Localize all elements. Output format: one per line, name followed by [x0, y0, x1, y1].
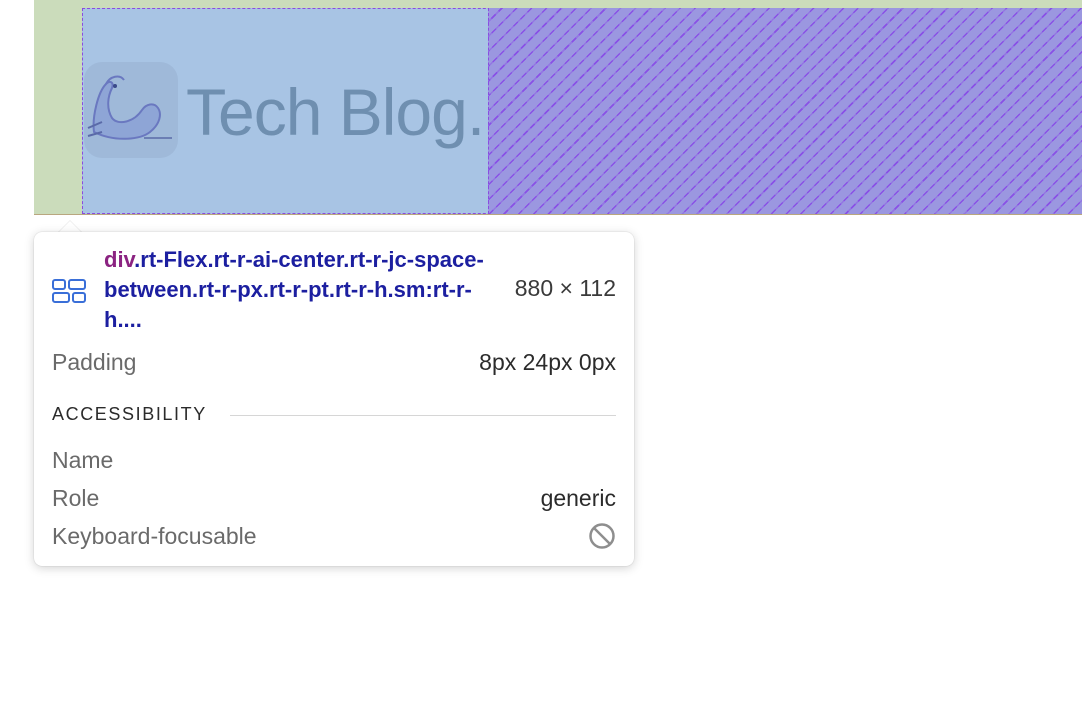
- name-row: Name: [52, 445, 616, 475]
- element-selector: div.rt-Flex.rt-r-ai-center.rt-r-jc-space…: [104, 245, 488, 335]
- blog-title[interactable]: Tech Blog.: [186, 72, 485, 152]
- inspector-tooltip: div.rt-Flex.rt-r-ai-center.rt-r-jc-space…: [34, 232, 634, 566]
- keyboard-focusable-row: Keyboard-focusable: [52, 521, 616, 551]
- dragon-logo-icon: [87, 75, 172, 140]
- role-row: Role generic: [52, 483, 616, 513]
- selector-tag: div: [104, 247, 135, 272]
- padding-value: 8px 24px 0px: [479, 349, 616, 375]
- role-value: generic: [540, 485, 616, 511]
- not-allowed-icon: [588, 522, 616, 555]
- selector-classes: .rt-Flex.rt-r-ai-center.rt-r-jc-space-be…: [104, 247, 484, 332]
- flex-layout-icon: [52, 278, 86, 309]
- role-label: Role: [52, 485, 100, 511]
- element-dimensions: 880 × 112: [514, 275, 616, 301]
- flex-free-space-overlay: [488, 8, 1082, 214]
- keyboard-focusable-label: Keyboard-focusable: [52, 523, 257, 549]
- padding-label: Padding: [52, 349, 137, 375]
- padding-row: Padding 8px 24px 0px: [52, 347, 616, 377]
- name-label: Name: [52, 447, 114, 473]
- section-divider: [230, 415, 616, 416]
- blog-logo[interactable]: [84, 62, 178, 158]
- inspected-page: Tech Blog. div.rt-Flex.rt-r-ai-center.rt…: [0, 0, 1082, 704]
